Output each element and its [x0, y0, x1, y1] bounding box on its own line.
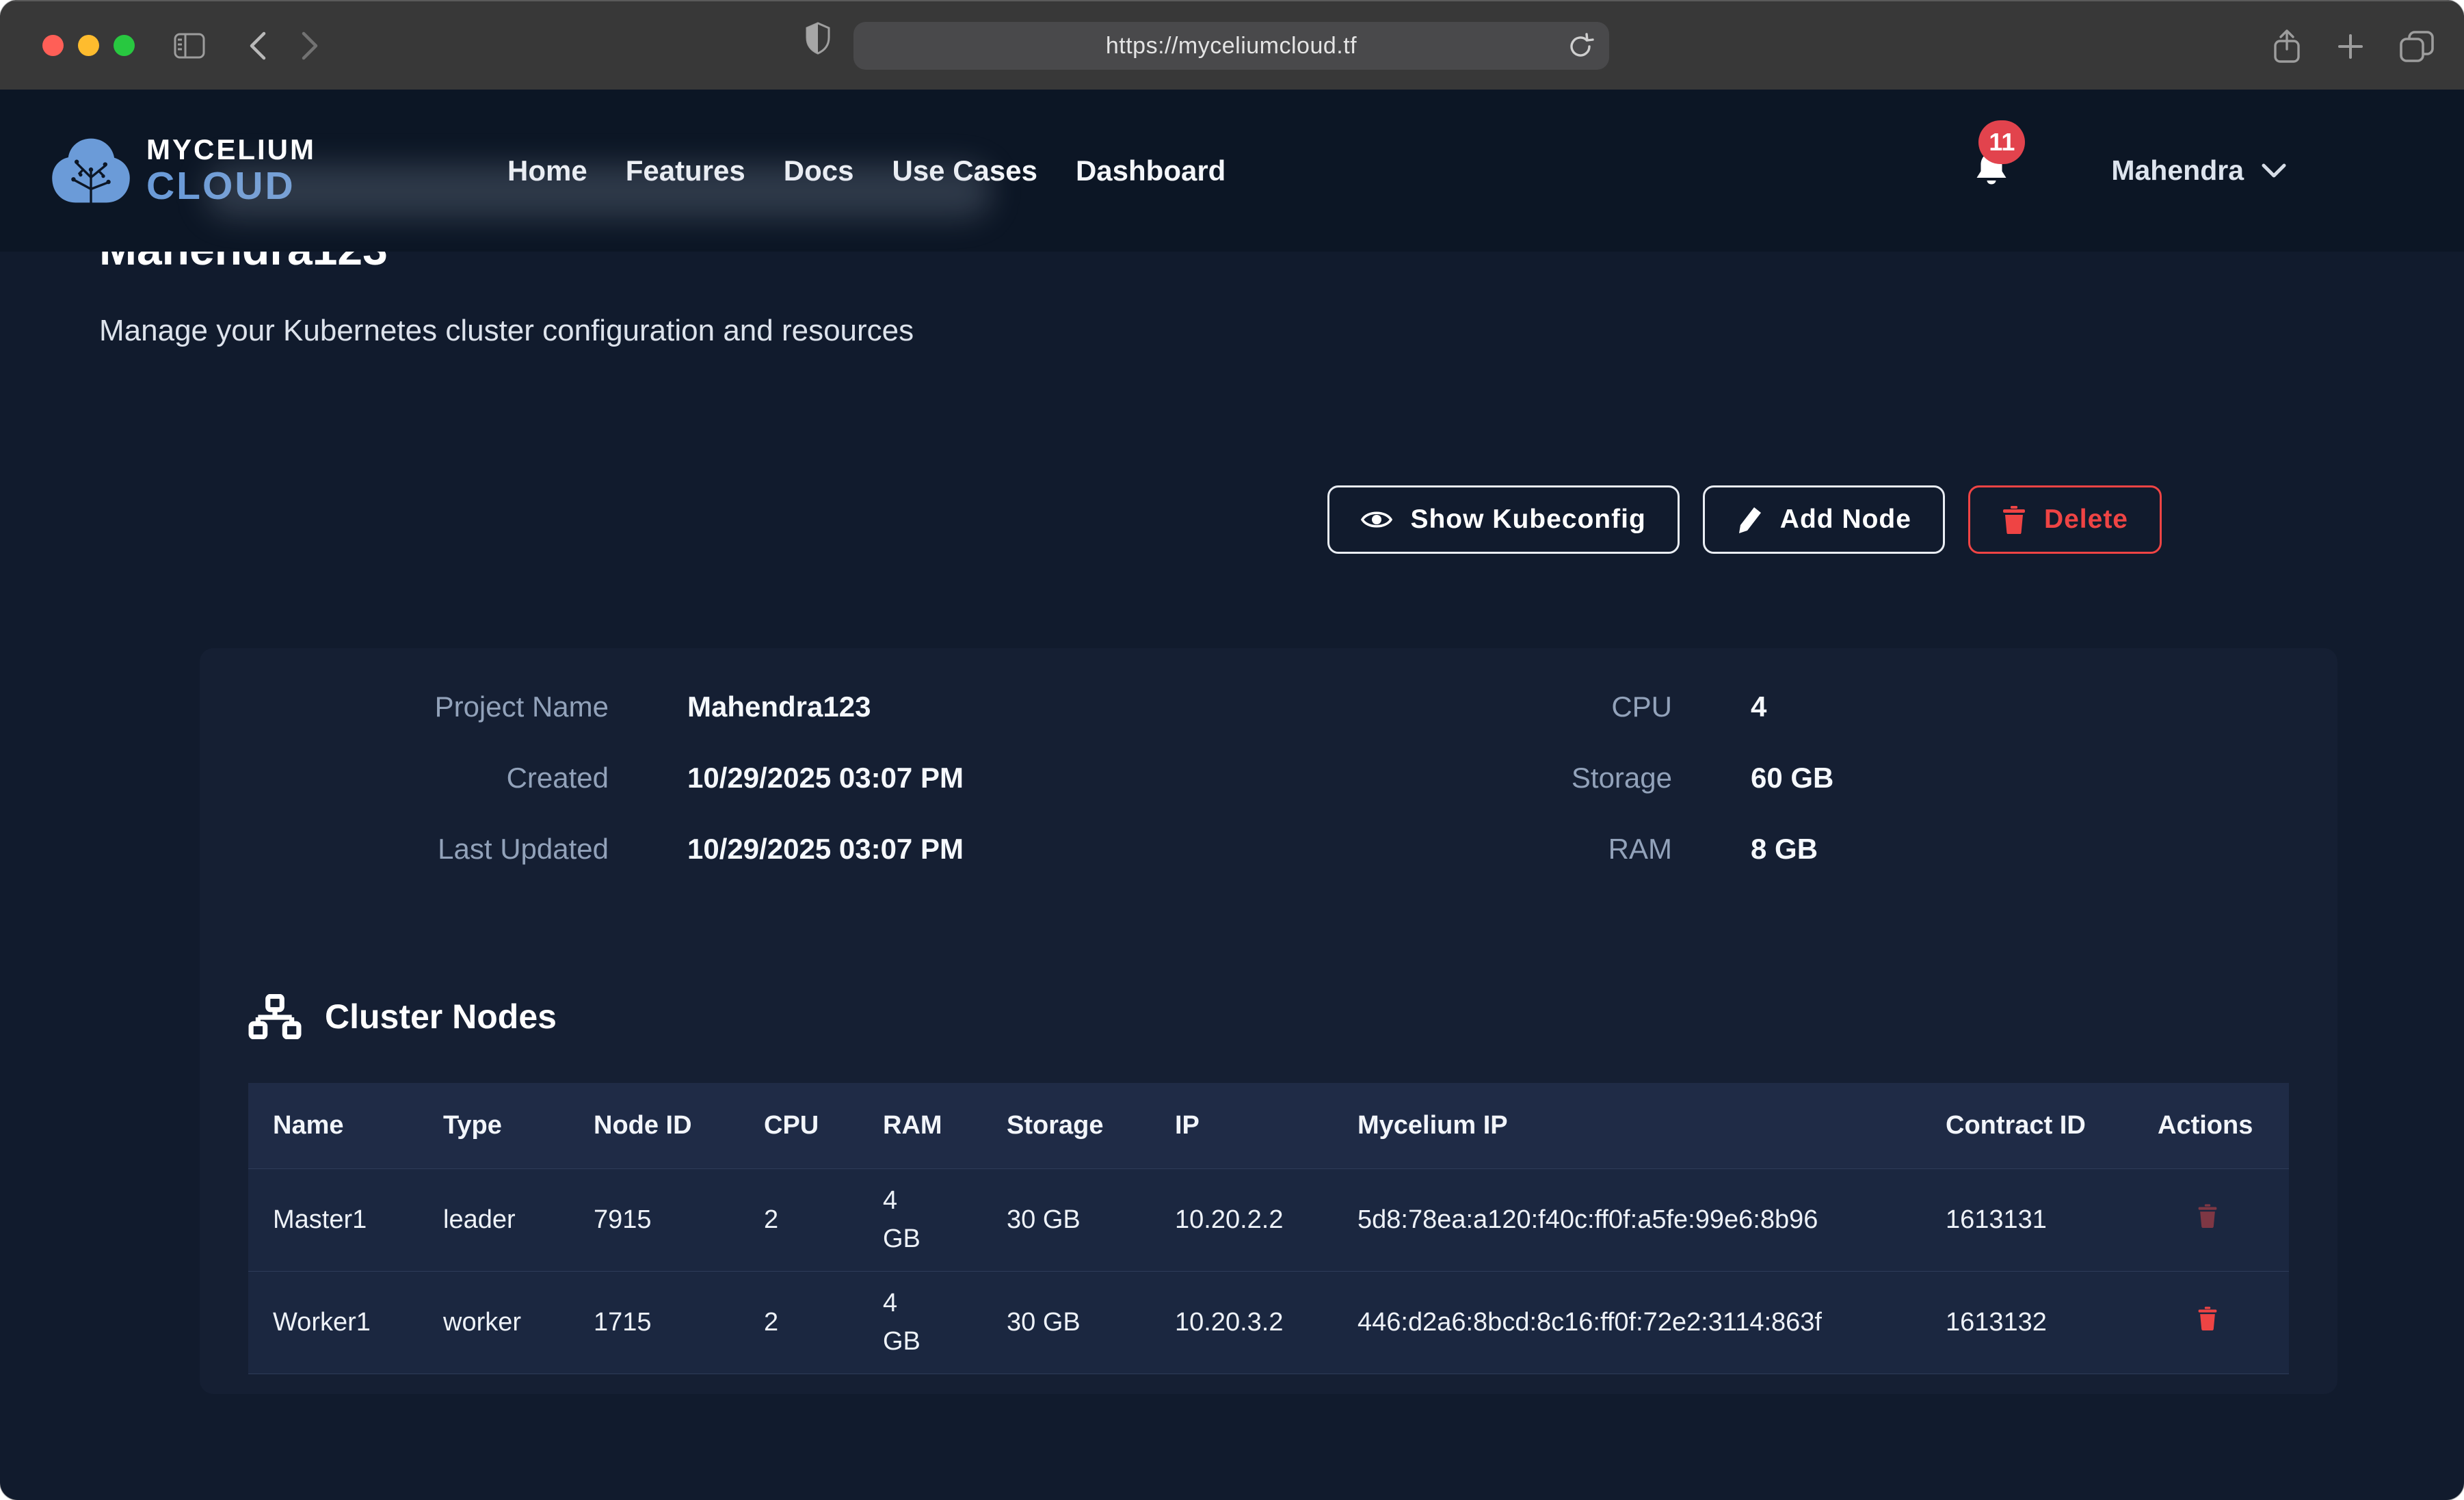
project-info: Project Name Mahendra123 Created 10/29/2…: [248, 691, 2289, 904]
cluster-nodes-heading: Cluster Nodes: [248, 994, 2289, 1039]
table-row: Worker1 worker 1715 2 4 GB 30 GB 10.20.3…: [248, 1272, 2289, 1374]
minimize-window-button[interactable]: [78, 35, 99, 56]
zoom-window-button[interactable]: [114, 35, 135, 56]
chrome-right-icons: [2273, 1, 2434, 91]
nav-link-use-cases[interactable]: Use Cases: [892, 155, 1037, 187]
add-node-button[interactable]: Add Node: [1703, 485, 1945, 554]
page-subtitle: Manage your Kubernetes cluster configura…: [99, 313, 2464, 349]
sidebar-toggle-icon[interactable]: [174, 33, 205, 59]
notification-count-badge: 11: [1978, 120, 2025, 164]
mycelium-cloud-logo-icon: [49, 135, 133, 207]
close-window-button[interactable]: [42, 35, 64, 56]
cluster-nodes-table: Name Type Node ID CPU RAM Storage IP Myc…: [248, 1083, 2289, 1374]
network-nodes-icon: [248, 994, 302, 1039]
main-nav: Home Features Docs Use Cases Dashboard: [507, 155, 1226, 187]
share-icon[interactable]: [2273, 29, 2301, 64]
brand-logo[interactable]: MYCELIUM CLOUD: [49, 135, 316, 207]
eye-icon: [1361, 508, 1392, 531]
privacy-shield-icon[interactable]: [806, 22, 830, 55]
cluster-actions: Show Kubeconfig Add Node Delete: [99, 485, 2162, 554]
brand-name-top: MYCELIUM: [146, 135, 316, 164]
browser-chrome: https://myceliumcloud.tf: [0, 0, 2464, 90]
traffic-lights: [42, 35, 135, 56]
browser-window: https://myceliumcloud.tf: [0, 0, 2464, 1500]
info-row-storage: Storage 60 GB: [1269, 762, 2289, 794]
info-row-project-name: Project Name Mahendra123: [248, 691, 1269, 723]
delete-cluster-button[interactable]: Delete: [1968, 485, 2162, 554]
trash-icon: [2197, 1203, 2218, 1228]
user-menu[interactable]: Mahendra: [2111, 155, 2286, 187]
nav-link-docs[interactable]: Docs: [784, 155, 854, 187]
cluster-info-card: Project Name Mahendra123 Created 10/29/2…: [200, 648, 2337, 1394]
new-tab-icon[interactable]: [2335, 31, 2366, 62]
app-header: MYCELIUM CLOUD Home Features Docs Use Ca…: [0, 90, 2464, 252]
back-icon[interactable]: [248, 31, 267, 61]
show-kubeconfig-button[interactable]: Show Kubeconfig: [1327, 485, 1679, 554]
trash-icon: [2002, 505, 2026, 534]
url-text: https://myceliumcloud.tf: [1106, 33, 1357, 59]
table-header-row: Name Type Node ID CPU RAM Storage IP Myc…: [248, 1083, 2289, 1169]
brand-name-bottom: CLOUD: [146, 167, 316, 206]
user-name: Mahendra: [2111, 155, 2244, 187]
notifications-button[interactable]: 11: [1974, 152, 2009, 190]
nav-link-dashboard[interactable]: Dashboard: [1076, 155, 1226, 187]
forward-icon[interactable]: [301, 31, 320, 61]
cluster-page: Mahendra123 Manage your Kubernetes clust…: [0, 218, 2464, 1466]
address-bar[interactable]: https://myceliumcloud.tf: [853, 22, 1609, 70]
delete-node-button[interactable]: [2197, 1306, 2218, 1330]
trash-icon: [2197, 1306, 2218, 1330]
info-row-last-updated: Last Updated 10/29/2025 03:07 PM: [248, 833, 1269, 866]
tab-overview-icon[interactable]: [2400, 31, 2434, 62]
delete-node-button[interactable]: [2197, 1203, 2218, 1228]
table-row: Master1 leader 7915 2 4 GB 30 GB 10.20.2…: [248, 1169, 2289, 1272]
info-row-cpu: CPU 4: [1269, 691, 2289, 723]
chevron-down-icon: [2262, 163, 2286, 178]
refresh-icon[interactable]: [1567, 31, 1594, 62]
pencil-icon: [1736, 506, 1762, 533]
nav-link-features[interactable]: Features: [626, 155, 745, 187]
info-row-created: Created 10/29/2025 03:07 PM: [248, 762, 1269, 794]
nav-link-home[interactable]: Home: [507, 155, 587, 187]
info-row-ram: RAM 8 GB: [1269, 833, 2289, 866]
